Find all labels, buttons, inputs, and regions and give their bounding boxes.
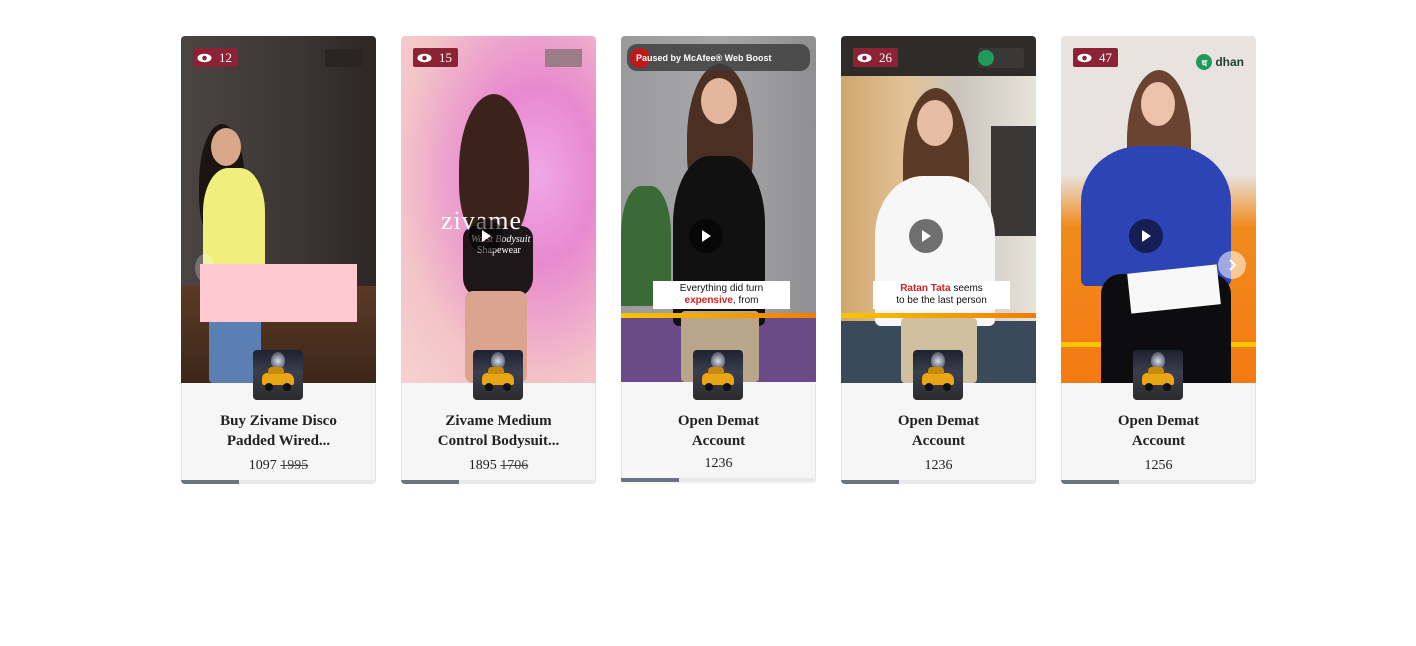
video-card[interactable]: 47 ध dhan Open Demat Account 1256 (1061, 36, 1256, 484)
product-thumbnail[interactable] (693, 350, 743, 400)
video-preview[interactable]: 12 (181, 36, 376, 383)
play-icon (482, 230, 491, 242)
current-price: 1256 (1144, 458, 1173, 473)
product-title[interactable]: Zivame Medium Control Bodysuit... (412, 411, 585, 451)
eye-icon (1077, 53, 1092, 62)
view-count-badge: 26 (853, 48, 898, 67)
product-thumbnail[interactable] (913, 350, 963, 400)
view-count: 47 (1099, 49, 1112, 65)
eye-icon (417, 53, 432, 62)
eye-icon (857, 53, 872, 62)
play-button[interactable] (909, 219, 943, 253)
video-preview[interactable]: zivame Waist Bodysuit Shapewear 15 (401, 36, 596, 383)
product-price: 1236 (842, 458, 1035, 474)
view-count: 15 (439, 49, 452, 65)
corner-mark (545, 49, 582, 67)
dhan-logo: ध dhan (1196, 54, 1244, 70)
product-price: 1236 (622, 456, 815, 472)
product-title[interactable]: Open Demat Account (1072, 411, 1245, 451)
play-icon (702, 230, 711, 242)
current-price: 1097 (248, 458, 277, 473)
dhan-logo-icon: ध (1196, 54, 1213, 70)
current-price: 1895 (468, 458, 497, 473)
video-progress (621, 478, 816, 482)
play-button[interactable] (469, 219, 503, 253)
view-count-badge: 47 (1073, 48, 1118, 67)
video-card[interactable]: Ratan Tata seems to be the last person 2… (841, 36, 1036, 484)
video-card[interactable]: zivame Waist Bodysuit Shapewear 15 Zivam… (401, 36, 596, 484)
overlay-block (200, 264, 357, 322)
product-price: 1895 1706 (402, 458, 595, 474)
video-preview[interactable]: Everything did turn expensive, from Paus… (621, 36, 816, 382)
video-carousel: 12 Buy Zivame Disco Padded Wired... 1097… (181, 36, 1256, 486)
chevron-right-icon (1229, 259, 1237, 271)
product-title[interactable]: Buy Zivame Disco Padded Wired... (192, 411, 365, 451)
original-price: 1706 (500, 458, 529, 473)
eye-icon (197, 53, 212, 62)
video-card[interactable]: Everything did turn expensive, from Paus… (621, 36, 816, 484)
corner-mark (325, 49, 362, 67)
video-preview[interactable]: 47 ध dhan (1061, 36, 1256, 383)
view-count: 26 (879, 49, 892, 65)
play-icon (922, 230, 931, 242)
current-price: 1236 (924, 458, 953, 473)
mcafee-overlay: Paused by McAfee® Web Boost (627, 44, 810, 71)
product-price: 1256 (1062, 458, 1255, 474)
video-caption: Everything did turn expensive, from (653, 281, 790, 309)
product-thumbnail[interactable] (253, 350, 303, 400)
video-progress (181, 480, 376, 484)
view-count-badge: 15 (413, 48, 458, 67)
corner-mark (978, 48, 1024, 68)
video-progress (841, 480, 1036, 484)
video-progress (1061, 480, 1256, 484)
play-button[interactable] (689, 219, 723, 253)
product-thumbnail[interactable] (1133, 350, 1183, 400)
view-count: 12 (219, 49, 232, 65)
product-title[interactable]: Open Demat Account (852, 411, 1025, 451)
video-card[interactable]: 12 Buy Zivame Disco Padded Wired... 1097… (181, 36, 376, 484)
current-price: 1236 (704, 456, 733, 471)
original-price: 1995 (280, 458, 309, 473)
product-thumbnail[interactable] (473, 350, 523, 400)
play-icon (1142, 230, 1151, 242)
next-button[interactable] (1218, 251, 1246, 279)
product-price: 1097 1995 (182, 458, 375, 474)
product-title[interactable]: Open Demat Account (632, 411, 805, 451)
play-button[interactable] (1129, 219, 1163, 253)
video-preview[interactable]: Ratan Tata seems to be the last person 2… (841, 36, 1036, 383)
video-caption: Ratan Tata seems to be the last person (873, 281, 1010, 309)
view-count-badge: 12 (193, 48, 238, 67)
video-progress (401, 480, 596, 484)
